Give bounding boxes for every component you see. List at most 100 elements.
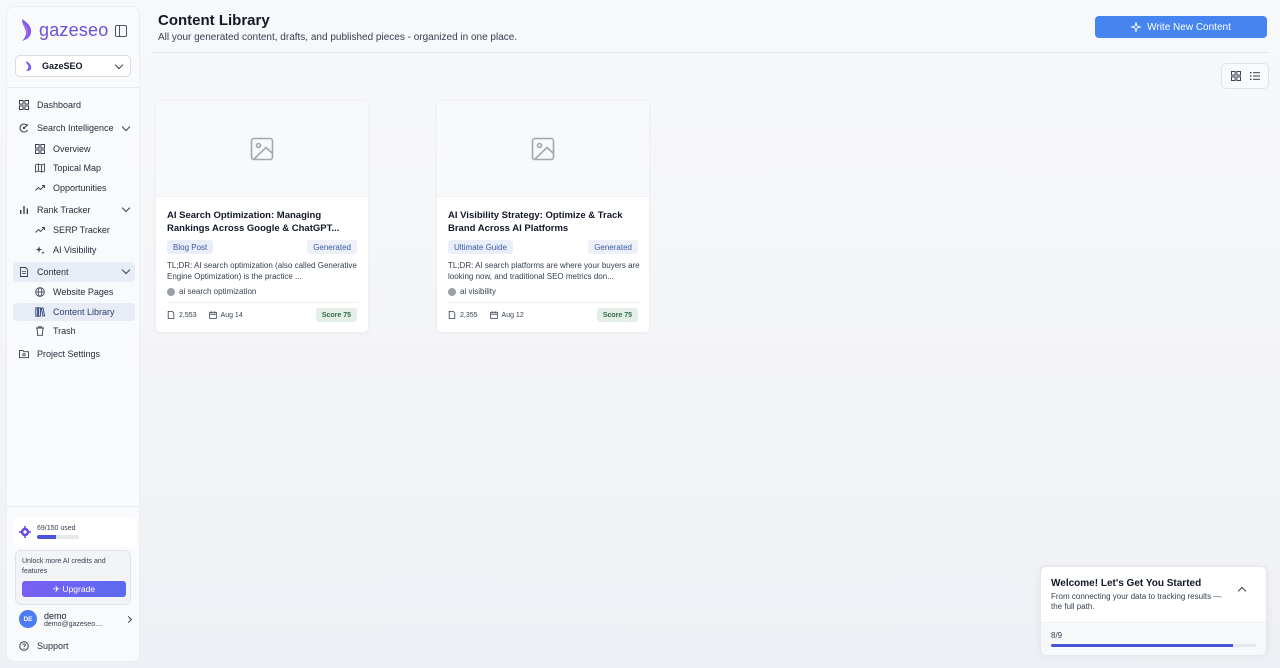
sidebar-item-topical-map[interactable]: Topical Map [13,159,135,177]
upgrade-panel: Unlock more AI credits and features ✈ Up… [15,550,131,605]
sidebar-item-ai-visibility[interactable]: AI Visibility [13,241,135,259]
sidebar-item-website-pages[interactable]: Website Pages [13,283,135,301]
sidebar-item-serp-tracker[interactable]: SERP Tracker [13,221,135,239]
sidebar-item-overview[interactable]: Overview [13,140,135,158]
user-menu[interactable]: DE demo demo@gazeseo.... [19,610,133,628]
globe-icon [35,287,45,297]
gear-icon [19,526,31,538]
keyword-label: ai search optimization [179,287,257,296]
upgrade-button[interactable]: ✈ Upgrade [22,581,126,597]
radar-icon [19,123,29,133]
grid-view-button[interactable] [1227,67,1245,85]
image-icon [250,137,274,160]
divider [7,87,139,88]
header-divider [152,52,1270,53]
sidebar-item-trash[interactable]: Trash [13,322,135,340]
sidebar-item-label: Website Pages [53,287,114,297]
chevron-down-icon [121,203,131,213]
list-view-button[interactable] [1246,67,1264,85]
write-new-content-label: Write New Content [1147,21,1231,33]
grid-icon [19,100,29,110]
onboarding-progress-bar [1051,644,1256,647]
sidebar-item-rank-tracker[interactable]: Rank Tracker [13,200,135,220]
onboarding-collapse-button[interactable] [1236,583,1248,595]
sidebar-item-label: AI Visibility [53,244,97,255]
onboarding-panel: Welcome! Let's Get You Started From conn… [1040,566,1267,655]
card-divider [167,302,359,303]
sidebar-item-label: Content [37,266,69,277]
page-subtitle: All your generated content, drafts, and … [158,32,518,43]
support-link[interactable]: Support [19,641,69,651]
score-badge: Score 75 [315,308,357,322]
sidebar-item-search-intelligence[interactable]: Search Intelligence [13,118,135,138]
sidebar-item-dashboard[interactable]: Dashboard [13,95,135,115]
keyword-label: ai visibility [460,287,497,296]
list-icon [1249,72,1260,80]
library-icon [35,306,45,317]
sidebar-item-opportunities[interactable]: Opportunities [13,179,135,197]
score-badge: Score 75 [596,308,638,322]
usage-label: 69/150 used [37,525,76,532]
chevron-down-icon [114,60,124,69]
card-date: Aug 12 [501,311,524,319]
project-logo-icon [26,61,32,71]
usage-bar-fill [37,535,57,539]
sidebar-item-label: Project Settings [37,349,101,359]
chevron-down-icon [121,265,131,275]
content-type-badge: Blog Post [167,240,214,254]
sidebar-item-label: Content Library [53,306,115,317]
support-label: Support [37,641,69,651]
card-meta: 2,553 Aug 14 [167,311,243,319]
sidebar-item-label: Dashboard [37,100,82,110]
thumbnail-placeholder [437,101,649,197]
bar-chart-icon [19,205,29,215]
sparkle-icon [1131,22,1142,32]
project-selector[interactable]: GazeSEO [15,55,131,77]
word-count: 2,553 [179,311,197,319]
trash-icon [35,326,45,336]
trending-icon [35,225,45,235]
usage-bar [37,535,79,539]
status-badge: Generated [588,240,638,254]
user-email: demo@gazeseo.... [44,620,103,628]
divider [7,506,139,507]
logo-mark-icon [22,19,32,41]
word-count: 2,355 [460,311,478,319]
document-icon [19,266,29,277]
sidebar-nav: Dashboard Search Intelligence Overview Topi… [13,95,135,366]
trending-icon [35,183,45,193]
keyword-icon [448,287,456,296]
card-excerpt: TL;DR: AI search optimization (also call… [167,261,357,281]
card-meta: 2,355 Aug 12 [448,311,524,319]
calendar-icon [208,311,217,319]
content-card[interactable]: AI Visibility Strategy: Optimize & Track… [436,100,650,333]
onboarding-description: From connecting your data to tracking re… [1051,592,1222,611]
sidebar-item-label: Topical Map [53,163,102,173]
onboarding-count: 8/9 [1051,631,1063,640]
credit-usage: 69/150 used [13,517,137,547]
document-icon [167,311,175,319]
sidebar-item-project-settings[interactable]: Project Settings [13,344,135,364]
upgrade-note: Unlock more AI credits and features [22,558,106,575]
sidebar-item-label: Search Intelligence [37,123,114,133]
brand-name: gazeseo [39,19,109,40]
card-divider [448,302,640,303]
map-icon [35,163,45,173]
onboarding-progress-fill [1051,644,1234,647]
card-keyword: ai visibility [448,287,496,296]
content-card[interactable]: AI Search Optimization: Managing Ranking… [155,100,369,333]
sidebar-item-label: Opportunities [53,182,107,193]
sidebar-collapse-icon[interactable] [115,25,127,37]
onboarding-progress: 8/9 [1041,622,1266,655]
chevron-up-icon [1237,586,1247,595]
sidebar-item-content[interactable]: Content [13,261,135,282]
chevron-down-icon [121,122,131,131]
grid-icon [1230,71,1241,81]
sidebar-item-content-library[interactable]: Content Library [13,302,135,321]
card-title: AI Visibility Strategy: Optimize & Track… [448,210,623,234]
write-new-content-button[interactable]: Write New Content [1095,16,1267,38]
document-icon [448,311,456,319]
logo[interactable]: gazeseo [19,17,108,43]
user-name: demo [44,610,67,621]
help-icon [19,641,29,651]
